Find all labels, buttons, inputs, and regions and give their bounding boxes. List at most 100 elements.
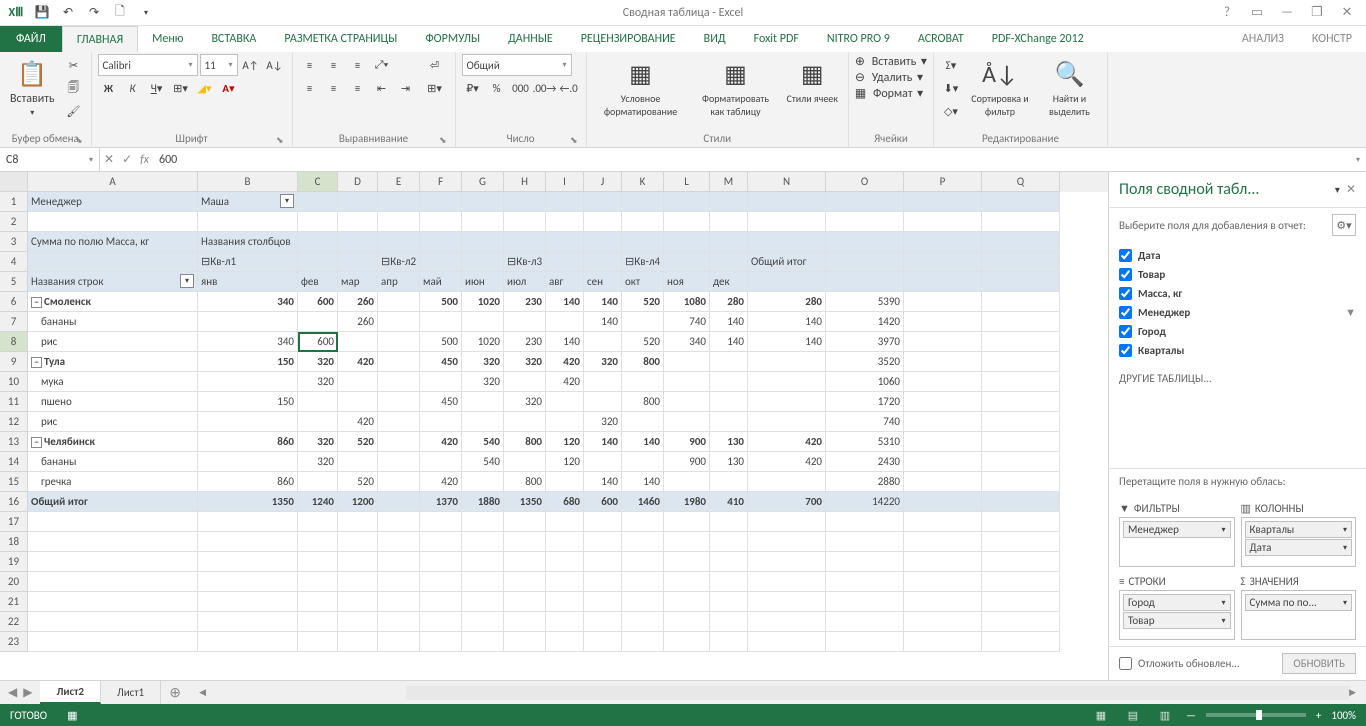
cell-E20[interactable] xyxy=(378,572,420,592)
cell-I2[interactable] xyxy=(546,212,584,232)
cell-J6[interactable]: 140 xyxy=(584,292,622,312)
cell-K7[interactable] xyxy=(622,312,664,332)
conditional-formatting-button[interactable]: ▦Условное форматирование xyxy=(593,54,689,122)
cell-P18[interactable] xyxy=(904,532,982,552)
cell-F21[interactable] xyxy=(420,592,462,612)
cell-J15[interactable]: 140 xyxy=(584,472,622,492)
cell-C21[interactable] xyxy=(298,592,338,612)
cell-L1[interactable] xyxy=(664,192,710,212)
cell-F12[interactable] xyxy=(420,412,462,432)
cell-F3[interactable] xyxy=(420,232,462,252)
cell-I8[interactable]: 140 xyxy=(546,332,584,352)
cell-C9[interactable]: 320 xyxy=(298,352,338,372)
sheet-tab-2[interactable]: Лист1 xyxy=(101,681,161,704)
cell-D22[interactable] xyxy=(338,612,378,632)
cell-H4[interactable]: ⊟Кв-л3 xyxy=(504,252,546,272)
collapse-icon[interactable]: − xyxy=(31,437,42,448)
clipboard-launcher[interactable]: ⬊ xyxy=(75,133,83,148)
area-item-Менеджер[interactable]: Менеджер▾ xyxy=(1123,521,1231,538)
cell-Q9[interactable] xyxy=(982,352,1060,372)
zoom-slider[interactable] xyxy=(1206,713,1306,717)
cell-L7[interactable]: 740 xyxy=(664,312,710,332)
cell-I12[interactable] xyxy=(546,412,584,432)
cell-K3[interactable] xyxy=(622,232,664,252)
field-Город[interactable]: Город xyxy=(1119,322,1356,341)
cell-E9[interactable] xyxy=(378,352,420,372)
cell-B18[interactable] xyxy=(198,532,298,552)
cell-A23[interactable] xyxy=(28,632,198,652)
help-button[interactable]: ? xyxy=(1214,3,1240,23)
cell-L9[interactable] xyxy=(664,352,710,372)
cell-P16[interactable] xyxy=(904,492,982,512)
cell-F8[interactable]: 500 xyxy=(420,332,462,352)
cell-D16[interactable]: 1200 xyxy=(338,492,378,512)
cell-I9[interactable]: 420 xyxy=(546,352,584,372)
cell-D19[interactable] xyxy=(338,552,378,572)
field-checkbox[interactable] xyxy=(1119,344,1132,357)
cell-H21[interactable] xyxy=(504,592,546,612)
tab-foxit[interactable]: Foxit PDF xyxy=(740,26,813,52)
cell-A10[interactable]: мука xyxy=(28,372,198,392)
format-painter-button[interactable]: 🖌 xyxy=(63,100,85,122)
align-left-button[interactable]: ≡ xyxy=(299,77,321,99)
zoom-in-button[interactable]: + xyxy=(1316,709,1321,722)
cell-L11[interactable] xyxy=(664,392,710,412)
cell-K8[interactable]: 520 xyxy=(622,332,664,352)
cell-M9[interactable] xyxy=(710,352,748,372)
column-header-C[interactable]: C xyxy=(298,172,338,192)
field-checkbox[interactable] xyxy=(1119,287,1132,300)
column-header-B[interactable]: B xyxy=(198,172,298,192)
cell-M4[interactable] xyxy=(710,252,748,272)
cell-Q1[interactable] xyxy=(982,192,1060,212)
cell-M14[interactable]: 130 xyxy=(710,452,748,472)
cell-E2[interactable] xyxy=(378,212,420,232)
font-name-combo[interactable]: Calibri▾ xyxy=(98,54,198,76)
cell-K16[interactable]: 1460 xyxy=(622,492,664,512)
cell-J5[interactable]: сен xyxy=(584,272,622,292)
cell-Q14[interactable] xyxy=(982,452,1060,472)
cell-C15[interactable] xyxy=(298,472,338,492)
cell-Q4[interactable] xyxy=(982,252,1060,272)
cell-G4[interactable] xyxy=(462,252,504,272)
format-cells-button[interactable]: ▦ Формат ▾ xyxy=(855,86,923,101)
cell-F5[interactable]: май xyxy=(420,272,462,292)
cell-O20[interactable] xyxy=(826,572,904,592)
cell-P7[interactable] xyxy=(904,312,982,332)
row-header-11[interactable]: 11 xyxy=(0,392,28,412)
cell-K21[interactable] xyxy=(622,592,664,612)
cell-K17[interactable] xyxy=(622,512,664,532)
cell-B19[interactable] xyxy=(198,552,298,572)
cell-P21[interactable] xyxy=(904,592,982,612)
cell-D18[interactable] xyxy=(338,532,378,552)
cell-H9[interactable]: 320 xyxy=(504,352,546,372)
cell-Q16[interactable] xyxy=(982,492,1060,512)
qat-customize[interactable]: ▾ xyxy=(134,2,158,24)
insert-cells-button[interactable]: ⊕ Вставить ▾ xyxy=(855,54,927,69)
align-right-button[interactable]: ≡ xyxy=(347,77,369,99)
cell-P14[interactable] xyxy=(904,452,982,472)
cell-F7[interactable] xyxy=(420,312,462,332)
cell-styles-button[interactable]: ▦Стили ячеек xyxy=(783,54,842,109)
cell-B23[interactable] xyxy=(198,632,298,652)
cell-I20[interactable] xyxy=(546,572,584,592)
field-checkbox[interactable] xyxy=(1119,268,1132,281)
cell-L10[interactable] xyxy=(664,372,710,392)
cell-O11[interactable]: 1720 xyxy=(826,392,904,412)
cell-I19[interactable] xyxy=(546,552,584,572)
field-Кварталы[interactable]: Кварталы xyxy=(1119,341,1356,360)
cell-K11[interactable]: 800 xyxy=(622,392,664,412)
cell-B2[interactable] xyxy=(198,212,298,232)
cell-M17[interactable] xyxy=(710,512,748,532)
cell-N9[interactable] xyxy=(748,352,826,372)
cell-J4[interactable] xyxy=(584,252,622,272)
cell-I22[interactable] xyxy=(546,612,584,632)
row-header-5[interactable]: 5 xyxy=(0,272,28,292)
column-header-J[interactable]: J xyxy=(584,172,622,192)
column-header-H[interactable]: H xyxy=(504,172,546,192)
pane-close-button[interactable]: ✕ xyxy=(1346,182,1356,197)
other-tables-link[interactable]: ДРУГИЕ ТАБЛИЦЫ... xyxy=(1109,364,1366,393)
cell-F17[interactable] xyxy=(420,512,462,532)
cell-L23[interactable] xyxy=(664,632,710,652)
cell-J10[interactable] xyxy=(584,372,622,392)
decrease-decimal-button[interactable]: ←.0 xyxy=(558,77,580,99)
